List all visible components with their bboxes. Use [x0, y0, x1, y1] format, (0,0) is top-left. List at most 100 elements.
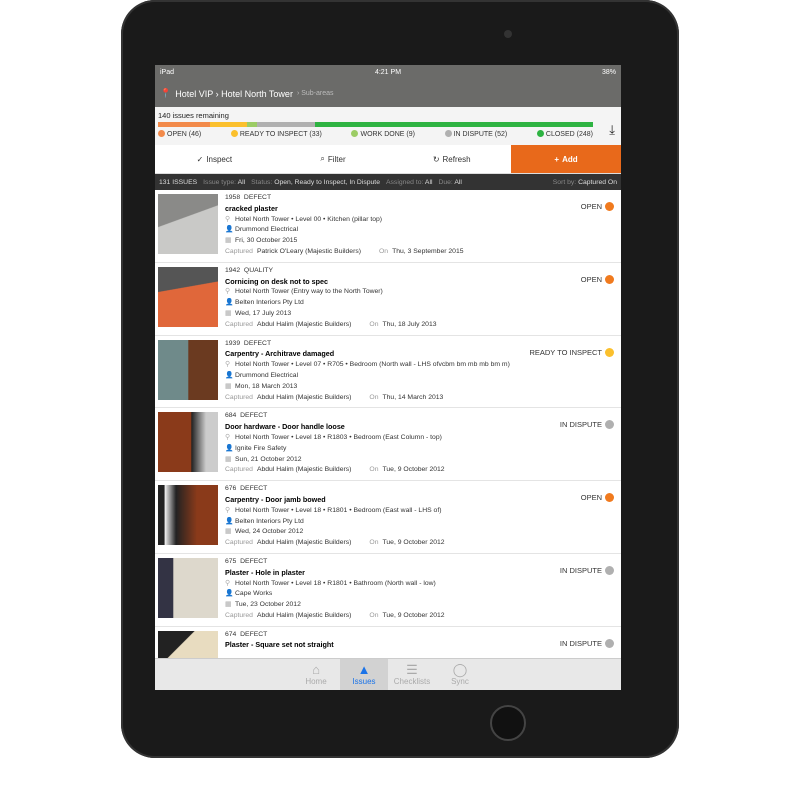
breadcrumb-title[interactable]: Hotel VIP › Hotel North Tower	[175, 89, 293, 99]
issue-due-date: Wed, 24 October 2012	[235, 528, 304, 536]
legend-item[interactable]: READY TO INSPECT (33)	[230, 130, 322, 138]
issue-title: Cornicing on desk not to spec	[225, 276, 329, 286]
refresh-icon: ↻	[432, 154, 440, 164]
refresh-label: Refresh	[442, 154, 471, 164]
progress-bar	[158, 122, 594, 127]
on-label: On	[369, 611, 379, 619]
legend-label: IN DISPUTE (52)	[453, 131, 508, 138]
issue-id: 675	[225, 557, 237, 565]
tab-checklists[interactable]: ☰ Checklists	[388, 659, 436, 690]
issue-id: 684	[225, 412, 237, 420]
issues-remaining: 140 issues remaining	[158, 111, 229, 120]
filter-key: Due:	[438, 178, 453, 186]
issue-row[interactable]: 675 DEFECT Plaster - Hole in plaster ⚲ Hot…	[155, 554, 621, 627]
inspect-button[interactable]: ✓ Inspect	[155, 145, 274, 173]
status-label: OPEN	[580, 493, 602, 503]
issue-title: cracked plaster	[225, 203, 278, 213]
progress-segment	[246, 122, 257, 127]
issue-location: Hotel North Tower (Entry way to the Nort…	[235, 288, 383, 296]
legend-item[interactable]: IN DISPUTE (52)	[444, 130, 508, 138]
inspect-label: Inspect	[206, 154, 233, 164]
on-label: On	[369, 320, 379, 328]
issue-id: 1939	[225, 339, 241, 347]
issue-photo[interactable]	[158, 557, 218, 618]
issue-row[interactable]: 1939 DEFECT Carpentry - Architrave damag…	[155, 336, 621, 409]
progress-segment	[256, 122, 315, 127]
location-icon: ⚲	[225, 215, 230, 223]
issue-due-date: Tue, 23 October 2012	[235, 601, 301, 609]
person-icon: 👤	[225, 590, 234, 598]
on-label: On	[369, 466, 379, 474]
issue-row[interactable]: 1958 DEFECT cracked plaster ⚲ Hotel North …	[155, 190, 621, 263]
issue-assignee: Cape Works	[235, 590, 273, 598]
sync-icon: ◯	[452, 662, 468, 677]
captured-on: Tue, 9 October 2012	[382, 466, 445, 474]
status-label: OPEN	[580, 274, 602, 284]
add-label: Add	[562, 154, 578, 164]
toolbar: ✓ Inspect ⌕ Filter ↻ Refresh + Add	[155, 145, 621, 174]
issue-location: Hotel North Tower • Level 18 • R1801 • B…	[235, 506, 442, 514]
home-hardware-button[interactable]	[490, 705, 526, 741]
legend-item[interactable]: OPEN (46)	[158, 130, 201, 138]
status-badge: IN DISPUTE	[560, 638, 614, 648]
issue-row[interactable]: 676 DEFECT Carpentry - Door jamb bowed ⚲ H…	[155, 481, 621, 554]
issue-id: 1958	[225, 194, 241, 201]
plus-icon: +	[554, 154, 560, 164]
status-dot	[605, 274, 614, 284]
person-icon: 👤	[225, 299, 234, 307]
download-icon[interactable]: ⤓	[609, 122, 615, 138]
filter-button[interactable]: ⌕ Filter	[274, 145, 393, 173]
filter-status[interactable]: Open, Ready to Inspect, In Dispute	[274, 179, 380, 186]
tab-sync[interactable]: ◯ Sync	[436, 659, 484, 690]
issue-photo[interactable]	[158, 485, 218, 546]
issue-photo[interactable]	[158, 194, 218, 254]
issue-location: Hotel North Tower • Level 18 • R1803 • B…	[235, 433, 442, 441]
issue-count: 131 ISSUES	[159, 178, 198, 186]
issue-due-date: Fri, 30 October 2015	[235, 237, 298, 245]
tab-home[interactable]: ⌂ Home	[292, 659, 340, 690]
location-icon: ⚲	[225, 579, 230, 587]
issue-type: DEFECT	[240, 557, 268, 565]
breadcrumb-sub-areas[interactable]: › Sub-areas	[297, 90, 334, 97]
legend-dot	[351, 130, 359, 137]
captured-label: Captured	[225, 393, 253, 401]
status-badge: IN DISPUTE	[560, 565, 614, 575]
filter-bar[interactable]: 131 ISSUES Issue type: All Status: Open,…	[155, 174, 621, 190]
issue-photo[interactable]	[158, 630, 218, 658]
filter-issue-type[interactable]: All	[238, 179, 246, 186]
issue-id: 674	[225, 630, 237, 638]
breadcrumb[interactable]: 📍 Hotel VIP › Hotel North Tower › Sub-ar…	[155, 80, 621, 107]
issue-photo[interactable]	[158, 266, 218, 327]
issue-row[interactable]: 674 DEFECT Plaster - Square set not stra…	[155, 627, 621, 658]
tab-issues[interactable]: ▲ Issues	[340, 659, 388, 690]
tab-bar: ⌂ Home ▲ Issues ☰ Checklists ◯ Sync	[155, 658, 621, 690]
issue-info: 674 DEFECT Plaster - Square set not stra…	[225, 630, 515, 658]
refresh-button[interactable]: ↻ Refresh	[392, 145, 511, 173]
issue-type: DEFECT	[243, 194, 272, 201]
tab-label: Sync	[451, 677, 469, 686]
issue-photo[interactable]	[158, 339, 218, 400]
legend-item[interactable]: WORK DONE (9)	[351, 130, 415, 138]
add-button[interactable]: + Add	[511, 145, 621, 173]
issue-row[interactable]: 1942 QUALITY Cornicing on desk not to sp…	[155, 263, 621, 336]
sort-value[interactable]: Captured On	[578, 179, 617, 186]
issue-location: Hotel North Tower • Level 00 • Kitchen (…	[235, 215, 383, 223]
filter-due[interactable]: All	[454, 179, 462, 186]
legend-item[interactable]: CLOSED (248)	[536, 130, 593, 138]
issue-row[interactable]: 684 DEFECT Door hardware - Door handle l…	[155, 408, 621, 482]
progress-segment	[158, 122, 210, 127]
captured-by: Abdul Halim (Majestic Builders)	[256, 466, 352, 474]
issue-id: 1942	[225, 266, 241, 274]
issue-list[interactable]: 1958 DEFECT cracked plaster ⚲ Hotel North …	[155, 190, 621, 658]
filter-assigned[interactable]: All	[425, 179, 433, 186]
device-name: iPad	[160, 69, 175, 76]
issue-title: Carpentry - Architrave damaged	[225, 349, 335, 359]
issue-assignee: Drummond Electrical	[235, 226, 299, 234]
warning-icon: ▲	[357, 662, 371, 677]
legend-dot	[444, 130, 452, 137]
issue-info: 1942 QUALITY Cornicing on desk not to sp…	[225, 266, 515, 331]
issue-assignee: Drummond Electrical	[235, 371, 299, 379]
captured-label: Captured	[225, 466, 253, 474]
issue-photo[interactable]	[158, 412, 218, 473]
status-dot	[605, 565, 614, 575]
